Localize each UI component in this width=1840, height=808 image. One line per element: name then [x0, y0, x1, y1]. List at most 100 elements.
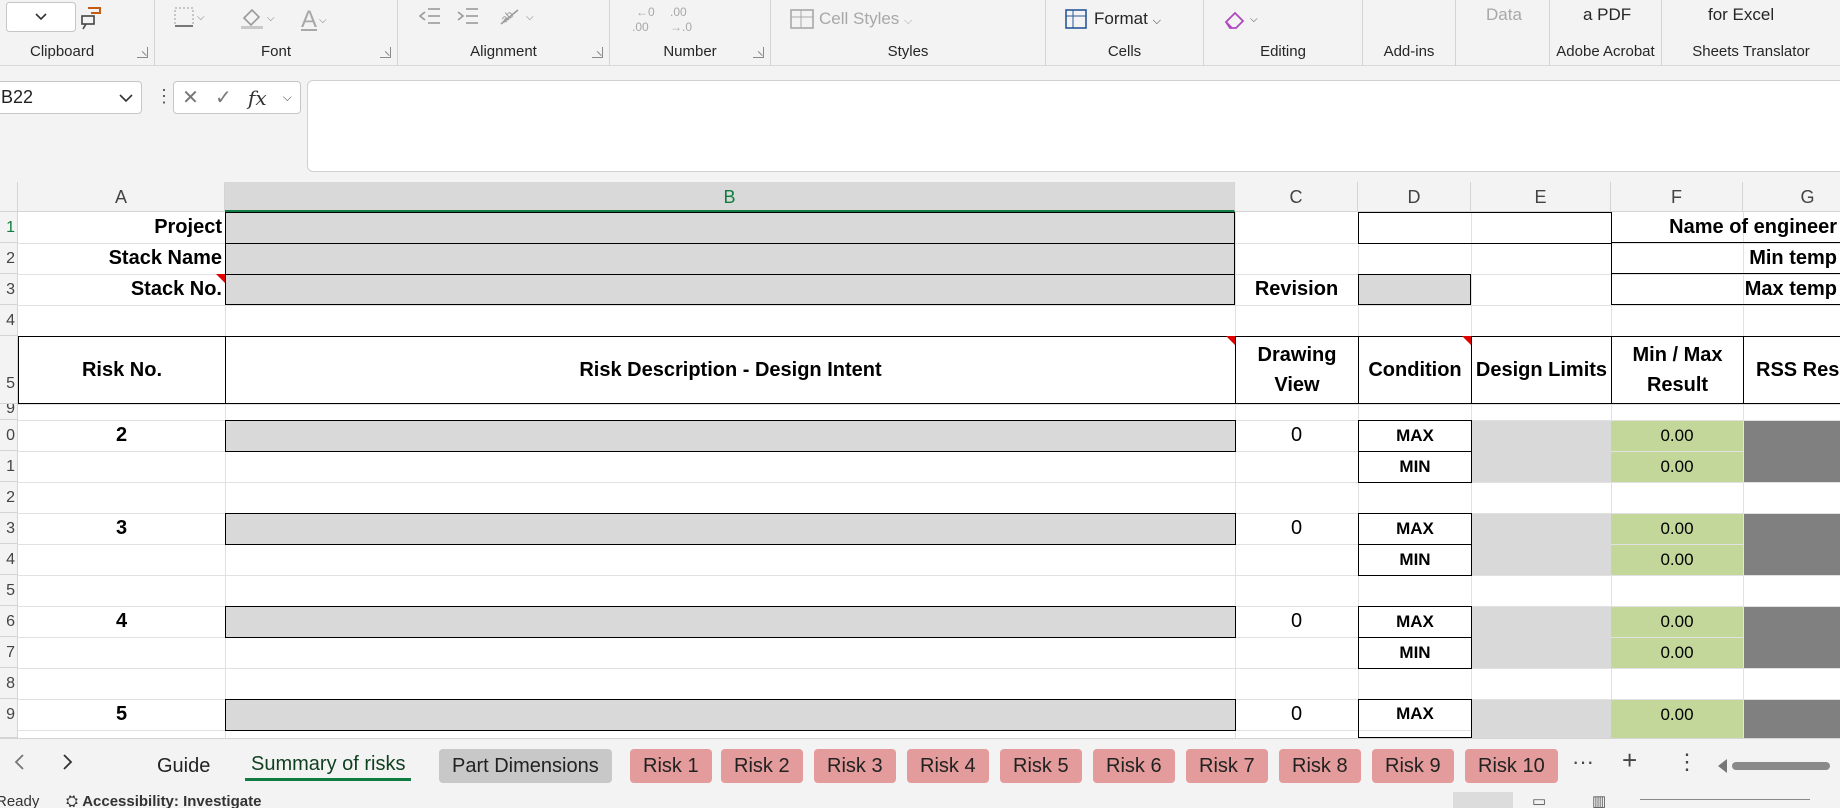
tab-risk-10[interactable]: Risk 10: [1465, 749, 1558, 783]
font-launcher-icon[interactable]: [380, 47, 391, 58]
design-limits-input[interactable]: [1472, 607, 1611, 668]
risk-number: 5: [115, 703, 128, 725]
paste-dropdown-icon[interactable]: [6, 2, 76, 32]
row-header[interactable]: 3: [0, 274, 18, 305]
column-header-d[interactable]: D: [1358, 182, 1471, 212]
row-header[interactable]: 8: [0, 668, 18, 699]
number-launcher-icon[interactable]: [753, 47, 764, 58]
row-header[interactable]: 5: [0, 336, 18, 404]
row-header[interactable]: 2: [0, 482, 18, 513]
borders-icon[interactable]: ⌵: [173, 6, 205, 28]
design-limits-input[interactable]: [1472, 421, 1611, 482]
more-options-icon[interactable]: ⋮: [155, 86, 173, 107]
comment-indicator[interactable]: [1226, 336, 1235, 345]
cancel-icon[interactable]: ✕: [182, 85, 199, 110]
row-header[interactable]: 6: [0, 606, 18, 637]
design-limits-input[interactable]: [1472, 514, 1611, 575]
clipboard-launcher-icon[interactable]: [137, 47, 148, 58]
rss-result-cell[interactable]: [1744, 421, 1840, 482]
comment-indicator[interactable]: [1462, 336, 1471, 345]
fill-color-icon[interactable]: ⌵: [239, 6, 275, 30]
increase-decimal-icon[interactable]: .00 →.0: [666, 4, 696, 34]
column-header-b[interactable]: B: [225, 182, 1235, 212]
risk-description-input[interactable]: [225, 699, 1236, 731]
tab-risk-3[interactable]: Risk 3: [814, 749, 896, 783]
more-sheets-icon[interactable]: ···: [1572, 749, 1594, 775]
zoom-slider[interactable]: [1640, 799, 1810, 800]
rss-result-cell[interactable]: [1744, 607, 1840, 668]
row-header[interactable]: 0: [0, 420, 18, 451]
column-header-f[interactable]: F: [1611, 182, 1743, 212]
design-limits-input[interactable]: [1472, 700, 1611, 738]
row-header[interactable]: 4: [0, 305, 18, 336]
format-button[interactable]: Format ⌵: [1094, 9, 1161, 29]
row-header[interactable]: 7: [0, 637, 18, 668]
normal-view-icon[interactable]: [1453, 792, 1513, 808]
tab-risk-5[interactable]: Risk 5: [1000, 749, 1082, 783]
revision-input[interactable]: [1358, 274, 1471, 305]
horizontal-scrollbar[interactable]: [1718, 757, 1838, 775]
format-painter-icon[interactable]: [78, 4, 104, 30]
scrollbar-thumb[interactable]: [1732, 762, 1830, 770]
prev-sheet-icon[interactable]: [12, 751, 28, 779]
scroll-left-icon[interactable]: [1718, 759, 1727, 773]
row-header[interactable]: 1: [0, 212, 18, 243]
format-cells-icon[interactable]: [1064, 8, 1088, 30]
name-box[interactable]: B22: [0, 81, 142, 114]
column-header-e[interactable]: E: [1471, 182, 1611, 212]
tab-summary-of-risks[interactable]: Summary of risks: [245, 747, 412, 781]
tab-risk-6[interactable]: Risk 6: [1093, 749, 1175, 783]
risk-description-input[interactable]: [225, 513, 1236, 545]
formula-input[interactable]: [307, 80, 1840, 172]
select-all-corner[interactable]: [0, 182, 18, 212]
chevron-down-icon[interactable]: ⌵: [283, 90, 292, 105]
risk-description-input[interactable]: [225, 606, 1236, 638]
page-break-icon[interactable]: ▥: [1592, 792, 1606, 808]
eraser-icon[interactable]: ⌵: [1222, 8, 1258, 30]
cell-styles-button[interactable]: Cell Styles ⌵: [819, 9, 912, 29]
sheet-options-icon[interactable]: ⋮: [1676, 749, 1698, 775]
row-header[interactable]: 9: [0, 699, 18, 738]
row-header[interactable]: 4: [0, 544, 18, 575]
column-header-a[interactable]: A: [18, 182, 225, 212]
row-header[interactable]: 2: [0, 243, 18, 274]
add-sheet-icon[interactable]: +: [1622, 745, 1637, 776]
column-header-c[interactable]: C: [1235, 182, 1358, 212]
adobe-group: a PDF Adobe Acrobat: [1550, 0, 1662, 66]
tab-risk-1[interactable]: Risk 1: [630, 749, 712, 783]
font-color-icon[interactable]: A ⌵: [301, 6, 327, 34]
cell-styles-icon[interactable]: [789, 8, 815, 30]
page-layout-icon[interactable]: ▭: [1532, 792, 1546, 808]
worksheet-grid[interactable]: A B C D E F G 1 2 3 4 5 9 0 1 2 3 4 5 6 …: [0, 182, 1840, 738]
create-pdf-button[interactable]: a PDF: [1583, 5, 1631, 25]
increase-indent-icon[interactable]: [456, 6, 480, 26]
tab-risk-8[interactable]: Risk 8: [1279, 749, 1361, 783]
risk-description-input[interactable]: [225, 420, 1236, 452]
tab-risk-4[interactable]: Risk 4: [907, 749, 989, 783]
next-sheet-icon[interactable]: [60, 751, 76, 779]
translator-button[interactable]: for Excel: [1708, 5, 1774, 25]
row-header[interactable]: 3: [0, 513, 18, 544]
project-info-input[interactable]: [225, 212, 1235, 305]
row-header[interactable]: 1: [0, 451, 18, 482]
decrease-indent-icon[interactable]: [418, 6, 442, 26]
tab-guide[interactable]: Guide: [144, 749, 223, 783]
alignment-launcher-icon[interactable]: [592, 47, 603, 58]
accessibility-status[interactable]: ⛭ Accessibility: Investigate: [66, 793, 261, 808]
rss-result-cell[interactable]: [1744, 700, 1840, 738]
column-header-g[interactable]: G: [1743, 182, 1840, 212]
tab-risk-2[interactable]: Risk 2: [721, 749, 803, 783]
tab-risk-9[interactable]: Risk 9: [1372, 749, 1454, 783]
comment-indicator[interactable]: [216, 274, 225, 283]
row-header[interactable]: 9: [0, 404, 18, 420]
data-button[interactable]: Data: [1486, 5, 1522, 25]
tab-risk-7[interactable]: Risk 7: [1186, 749, 1268, 783]
orientation-icon[interactable]: ab ⌵: [498, 6, 534, 28]
rss-result-cell[interactable]: [1744, 514, 1840, 575]
chevron-down-icon[interactable]: [119, 82, 133, 124]
insert-function-icon[interactable]: fx: [248, 86, 267, 110]
enter-icon[interactable]: ✓: [215, 85, 232, 110]
tab-part-dimensions[interactable]: Part Dimensions: [439, 749, 612, 783]
decrease-decimal-icon[interactable]: ←0.00: [628, 4, 658, 34]
row-header[interactable]: 5: [0, 575, 18, 606]
